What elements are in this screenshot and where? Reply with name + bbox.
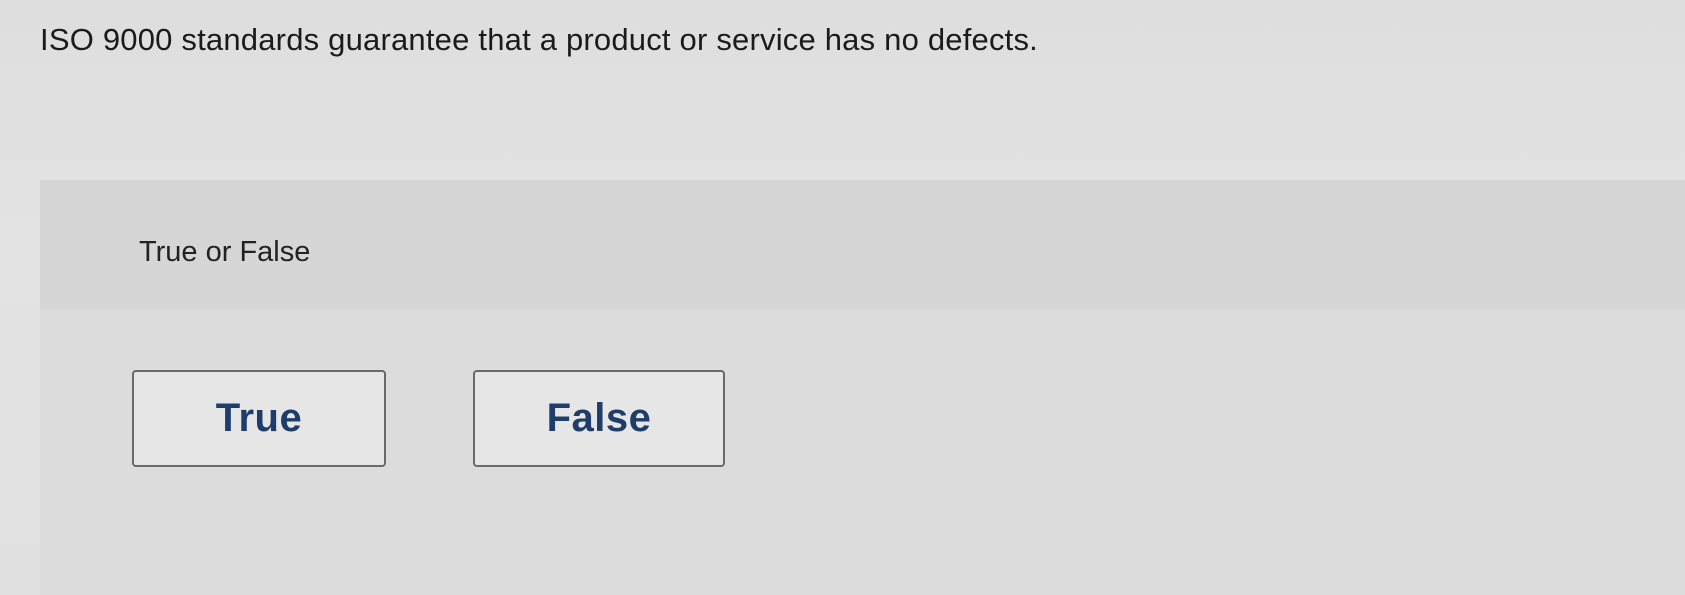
true-or-false-label: True or False	[139, 236, 311, 268]
answer-panel: True or False True False	[40, 180, 1685, 595]
true-button[interactable]: True	[132, 370, 386, 467]
question-text: ISO 9000 standards guarantee that a prod…	[40, 22, 1038, 57]
prompt-bar: True or False	[40, 180, 1685, 310]
false-button[interactable]: False	[473, 370, 725, 467]
